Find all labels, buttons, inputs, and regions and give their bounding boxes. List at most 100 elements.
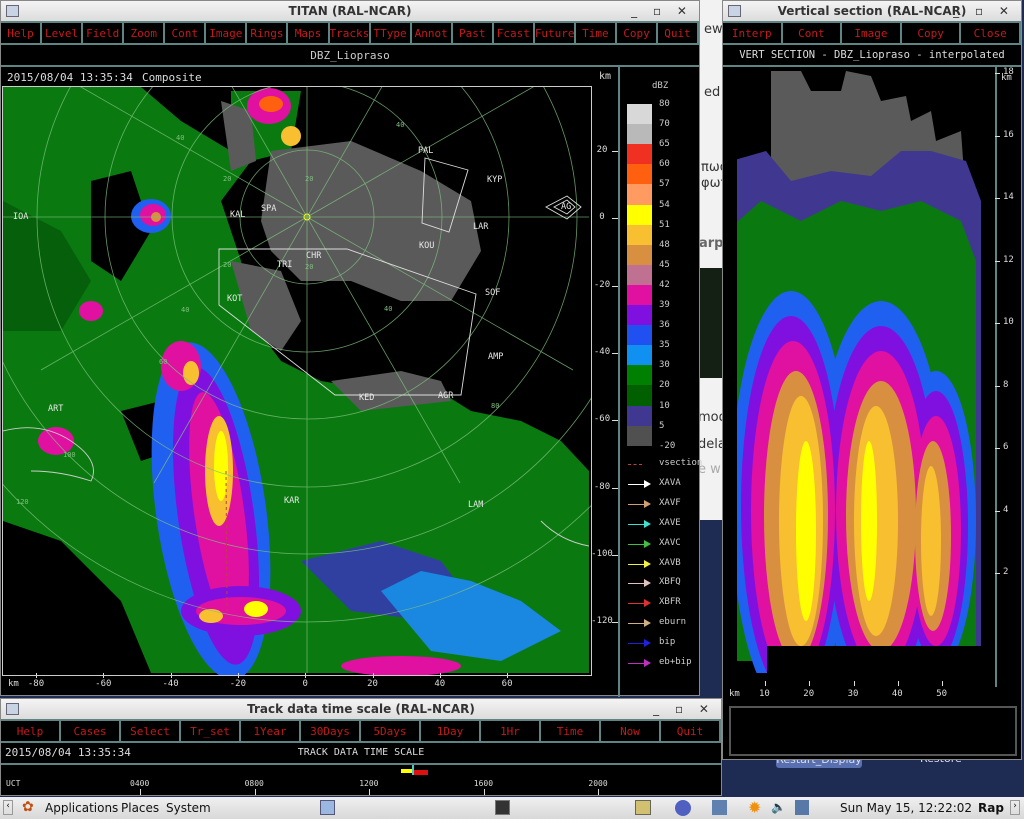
- menu-button-cont[interactable]: Cont: [165, 23, 207, 43]
- legend-track-label[interactable]: XBFR: [659, 597, 681, 607]
- network-icon[interactable]: [795, 800, 809, 815]
- menu-button-time[interactable]: Time: [541, 721, 601, 741]
- y-tick-label: 20: [596, 145, 608, 155]
- x-tick-label: 40: [434, 679, 446, 689]
- user-menu[interactable]: Rap: [978, 801, 1004, 815]
- legend-track-label[interactable]: eburn: [659, 617, 686, 627]
- menu-button-5days[interactable]: 5Days: [361, 721, 421, 741]
- window-title: TITAN (RAL-NCAR): [288, 4, 412, 18]
- vsection-title-bar[interactable]: Vertical section (RAL-NCAR) _ ▫ ✕: [723, 1, 1021, 21]
- legend-track-label[interactable]: XAVE: [659, 518, 681, 528]
- clock[interactable]: Sun May 15, 12:22:02: [840, 801, 972, 815]
- places-menu[interactable]: Places: [121, 801, 159, 815]
- menu-button-now[interactable]: Now: [601, 721, 661, 741]
- menu-button-zoom[interactable]: Zoom: [124, 23, 166, 43]
- menu-button-interp[interactable]: Interp: [723, 23, 783, 43]
- browser-icon[interactable]: [675, 800, 691, 816]
- menu-button-fcast[interactable]: Fcast: [494, 23, 535, 43]
- menu-button-ttype[interactable]: TType: [371, 23, 412, 43]
- terminal-icon[interactable]: [495, 800, 510, 815]
- legend-track-label[interactable]: XAVF: [659, 498, 681, 508]
- window-controls[interactable]: _ ▫ ✕: [953, 1, 1015, 21]
- legend-track-label[interactable]: bip: [659, 637, 675, 647]
- menu-button-cont[interactable]: Cont: [783, 23, 843, 43]
- legend-label: 39: [659, 300, 670, 310]
- track-title-bar[interactable]: Track data time scale (RAL-NCAR) _ ▫ ✕: [1, 699, 721, 719]
- menu-button-quit[interactable]: Quit: [658, 23, 700, 43]
- time-marker-future[interactable]: [414, 770, 428, 775]
- track-window: Track data time scale (RAL-NCAR) _ ▫ ✕ He…: [0, 698, 722, 796]
- legend-color-swatch: [627, 305, 652, 326]
- menu-button-1day[interactable]: 1Day: [421, 721, 481, 741]
- titan-title-bar[interactable]: TITAN (RAL-NCAR) _ ▫ ✕: [1, 1, 699, 21]
- legend-color-swatch: [627, 244, 652, 265]
- menu-button-past[interactable]: Past: [453, 23, 494, 43]
- titan-menu-bar: Help Level Field Zoom Cont Image Rings Maps Trac…: [1, 21, 700, 45]
- menu-button-help[interactable]: Help: [1, 721, 61, 741]
- time-axis-label: UCT: [6, 779, 21, 788]
- system-menu[interactable]: System: [166, 801, 211, 815]
- network-manager-icon[interactable]: [712, 800, 727, 815]
- y-tick-mark: [995, 385, 1000, 387]
- applications-menu[interactable]: Applications: [45, 801, 118, 815]
- menu-button-select[interactable]: Select: [121, 721, 181, 741]
- menu-button-copy[interactable]: Copy: [617, 23, 658, 43]
- legend-track-label[interactable]: vsection: [659, 458, 702, 468]
- menu-button-trset[interactable]: Tr_set: [181, 721, 241, 741]
- legend-track-label[interactable]: XBFQ: [659, 577, 681, 587]
- legend-track-label[interactable]: XAVA: [659, 478, 681, 488]
- vsection-x-km-label: km: [729, 689, 740, 699]
- menu-button-1hr[interactable]: 1Hr: [481, 721, 541, 741]
- update-icon[interactable]: ✹: [748, 798, 761, 817]
- menu-button-image[interactable]: Image: [842, 23, 902, 43]
- legend-track-label[interactable]: eb+bip: [659, 657, 692, 667]
- arrow-head-icon: [644, 639, 651, 648]
- menu-button-maps[interactable]: Maps: [288, 23, 330, 43]
- taskbar-scroll-left[interactable]: ‹: [3, 800, 13, 815]
- menu-button-field[interactable]: Field: [83, 23, 125, 43]
- menu-button-close[interactable]: Close: [961, 23, 1021, 43]
- y-tick-mark: [612, 151, 618, 152]
- show-desktop-icon[interactable]: [320, 800, 335, 815]
- menu-button-annot[interactable]: Annot: [412, 23, 453, 43]
- vsection-line-key: [628, 464, 642, 465]
- menu-button-copy[interactable]: Copy: [902, 23, 962, 43]
- legend-track-label[interactable]: XAVB: [659, 558, 681, 568]
- legend-label: 42: [659, 279, 670, 290]
- menu-button-quit[interactable]: Quit: [661, 721, 721, 741]
- y-tick-mark: [612, 487, 618, 489]
- legend-label: 48: [659, 239, 670, 250]
- menu-button-future[interactable]: Future: [535, 23, 576, 43]
- field-name: DBZ_Liopraso: [310, 49, 390, 62]
- y-tick-mark: [995, 73, 1000, 74]
- vsection-plot[interactable]: [725, 67, 995, 673]
- time-tick-label: 1200: [359, 779, 379, 788]
- arrow-head-icon: [644, 539, 651, 548]
- monitor-icon[interactable]: [635, 800, 651, 815]
- menu-button-cases[interactable]: Cases: [61, 721, 121, 741]
- mode-label: Composite: [142, 71, 202, 84]
- window-controls[interactable]: _ ▫ ✕: [653, 699, 715, 719]
- menu-button-level[interactable]: Level: [42, 23, 84, 43]
- time-tick-mark: [598, 789, 600, 795]
- menu-button-tracks[interactable]: Tracks: [330, 23, 371, 43]
- legend-label: 5: [659, 420, 665, 431]
- menu-button-30days[interactable]: 30Days: [301, 721, 361, 741]
- legend-label: 10: [659, 400, 670, 411]
- window-title: Track data time scale (RAL-NCAR): [247, 702, 475, 716]
- menu-button-image[interactable]: Image: [206, 23, 248, 43]
- track-menu-bar: Help Cases Select Tr_set 1Year 30Days 5Days 1Da…: [1, 719, 721, 743]
- volume-icon[interactable]: 🔈: [771, 800, 786, 814]
- menu-button-help[interactable]: Help: [1, 23, 43, 43]
- window-controls[interactable]: _ ▫ ✕: [631, 1, 693, 21]
- menu-button-1year[interactable]: 1Year: [241, 721, 301, 741]
- taskbar: ‹ ✿ Applications Places System ✹ 🔈 Sun M…: [0, 797, 1024, 819]
- taskbar-scroll-right[interactable]: ›: [1010, 800, 1020, 815]
- legend-track-label[interactable]: XAVC: [659, 538, 681, 548]
- menu-button-time[interactable]: Time: [576, 23, 617, 43]
- divider: [995, 67, 997, 687]
- menu-button-rings[interactable]: Rings: [247, 23, 289, 43]
- vsection-y-tick-label: 8: [1003, 379, 1009, 390]
- x-tick-mark: [765, 681, 766, 686]
- y-tick-label: -80: [593, 481, 611, 492]
